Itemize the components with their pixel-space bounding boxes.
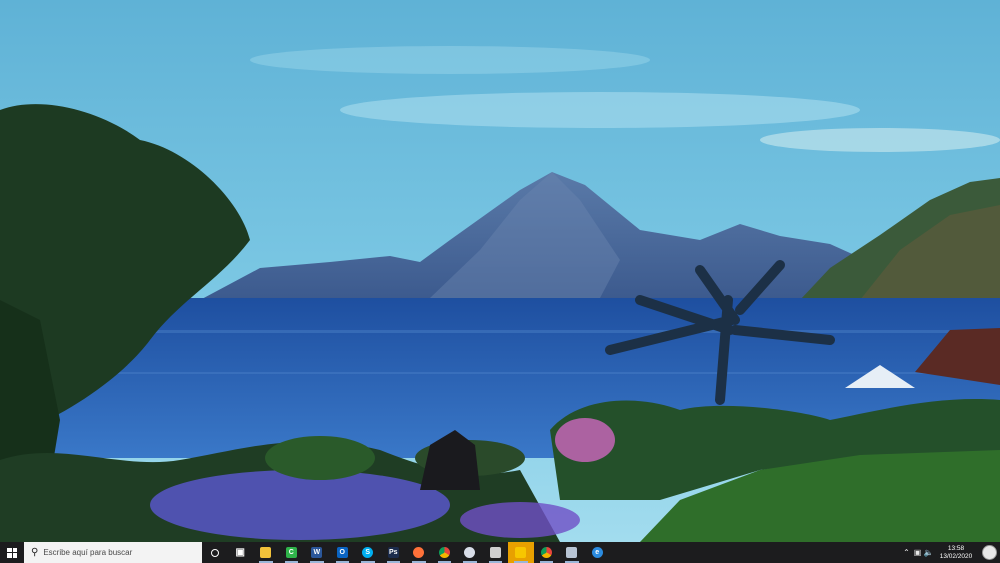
taskbar-app-chrome[interactable] — [432, 542, 458, 563]
taskbar-app-paint-tool[interactable] — [483, 542, 509, 563]
volume-icon[interactable]: 🔈 — [923, 548, 934, 557]
file-manager-icon — [566, 547, 578, 558]
edge-icon: e — [591, 547, 603, 558]
taskbar-app-file-manager[interactable] — [559, 542, 585, 563]
taskbar-app-snipping-tool[interactable] — [457, 542, 483, 563]
taskbar-app-skype[interactable]: S — [355, 542, 381, 563]
user-avatar-icon — [981, 545, 997, 560]
taskbar-app-word[interactable]: W — [304, 542, 330, 563]
clock-date: 13/02/2020 — [939, 552, 973, 560]
photoshop-icon: Ps — [387, 547, 399, 558]
show-hidden-icons-chevron-icon[interactable]: ⌃ — [901, 548, 912, 557]
snipping-tool-icon — [464, 547, 476, 558]
taskbar-app-edge[interactable]: e — [585, 542, 611, 563]
taskbar: ⚲ ▣ C W O S Ps e ⌃ ▣ 🔈 13:58 13/02/2020 — [0, 542, 1000, 563]
chrome-icon — [438, 547, 450, 558]
action-center-avatar[interactable] — [978, 542, 1000, 563]
cortana-button[interactable] — [202, 542, 228, 563]
sticky-notes-icon — [515, 547, 527, 558]
taskbar-app-firefox[interactable] — [406, 542, 432, 563]
chrome-2-icon — [540, 547, 552, 558]
taskbar-pinned-apps: ▣ C W O S Ps e — [228, 542, 611, 563]
taskbar-app-sticky-notes[interactable] — [508, 542, 534, 563]
firefox-icon — [413, 547, 425, 558]
file-explorer-icon — [260, 547, 272, 558]
taskbar-search-box[interactable]: ⚲ — [24, 542, 202, 563]
system-tray: ⌃ ▣ 🔈 13:58 13/02/2020 — [901, 542, 1000, 563]
taskbar-app-file-explorer[interactable] — [253, 542, 279, 563]
word-icon: W — [311, 547, 323, 558]
taskbar-clock[interactable]: 13:58 13/02/2020 — [934, 545, 978, 561]
cortana-circle-icon — [210, 548, 219, 557]
outlook-icon: O — [336, 547, 348, 558]
start-button[interactable] — [0, 542, 24, 563]
taskbar-app-photoshop[interactable]: Ps — [381, 542, 407, 563]
taskbar-app-camtasia[interactable]: C — [279, 542, 305, 563]
taskbar-app-chrome-2[interactable] — [534, 542, 560, 563]
desktop-wallpaper — [0, 0, 1000, 542]
task-view-icon: ▣ — [235, 547, 245, 558]
clock-time: 13:58 — [947, 544, 965, 552]
taskbar-app-task-view[interactable]: ▣ — [228, 542, 254, 563]
camtasia-icon: C — [285, 547, 297, 558]
skype-icon: S — [362, 547, 374, 558]
taskbar-app-outlook[interactable]: O — [330, 542, 356, 563]
network-icon[interactable]: ▣ — [912, 548, 923, 557]
paint-tool-icon — [489, 547, 501, 558]
wallpaper-landscape-image — [0, 0, 1000, 542]
windows-logo-icon — [7, 547, 17, 558]
search-input[interactable] — [43, 548, 194, 557]
search-icon: ⚲ — [31, 547, 39, 558]
